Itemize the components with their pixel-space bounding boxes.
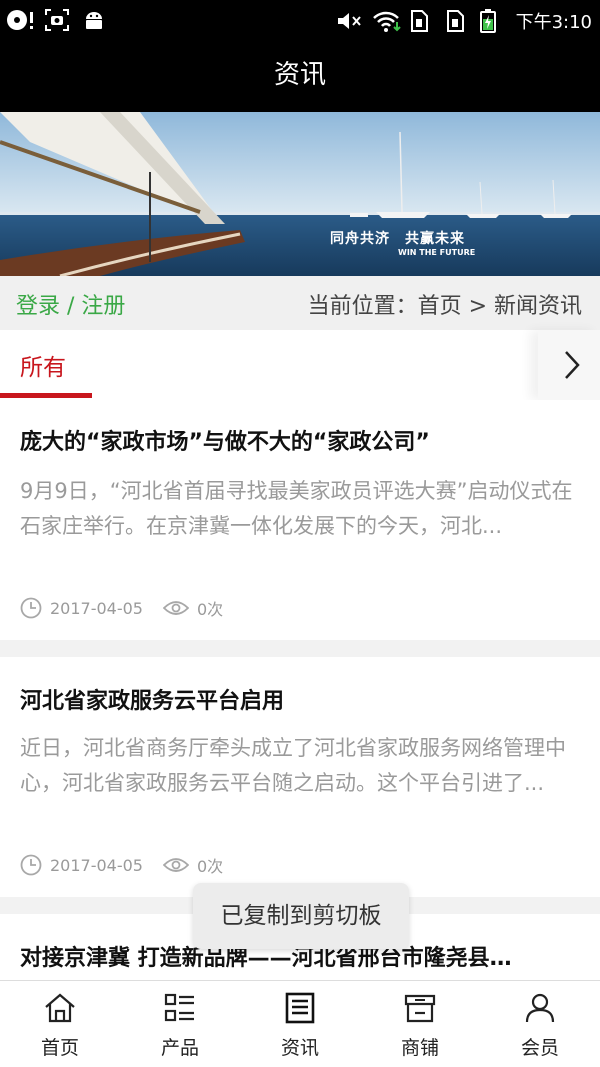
nav-label: 首页 bbox=[40, 1037, 79, 1059]
wifi-icon bbox=[372, 9, 401, 33]
status-bar: 下午3:10 bbox=[0, 0, 600, 40]
record-icon bbox=[6, 8, 33, 32]
clock-icon bbox=[20, 854, 42, 876]
bottom-nav: 首页 产品 资讯 商铺 会员 bbox=[0, 980, 600, 1067]
article-date: 2017-04-05 bbox=[50, 855, 143, 875]
eye-icon bbox=[162, 599, 189, 617]
breadcrumb: 当前位置：首页 > 新闻资讯 bbox=[307, 294, 582, 319]
article-title[interactable]: 庞大的“家政市场”与做不大的“家政公司” bbox=[20, 424, 430, 456]
banner-slogan: 同舟共济 共赢未来 bbox=[330, 231, 465, 247]
location-bar: 登录 / 注册 当前位置：首页 > 新闻资讯 bbox=[0, 276, 600, 330]
article-views: 0次 bbox=[196, 857, 224, 876]
tab-all-label: 所有 bbox=[20, 355, 66, 381]
user-icon bbox=[523, 991, 557, 1029]
banner-image[interactable]: 同舟共济 共赢未来 WIN THE FUTURE bbox=[0, 112, 600, 276]
mute-icon bbox=[336, 9, 361, 33]
eye-icon bbox=[162, 856, 189, 874]
article-meta: 2017-04-05 0次 bbox=[20, 853, 223, 877]
chevron-right-icon bbox=[565, 351, 580, 379]
screenshot-icon bbox=[44, 8, 69, 32]
news-icon bbox=[283, 991, 317, 1029]
android-icon bbox=[82, 8, 106, 32]
tab-all[interactable]: 所有 bbox=[0, 330, 92, 400]
clock: 下午3:10 bbox=[515, 12, 592, 33]
battery-charging-icon bbox=[479, 9, 504, 33]
category-tabs: 所有 bbox=[0, 330, 600, 400]
nav-shops[interactable]: 商铺 bbox=[360, 981, 480, 1067]
nav-home[interactable]: 首页 bbox=[0, 981, 120, 1067]
login-register-link[interactable]: 登录 / 注册 bbox=[16, 288, 125, 320]
sim1-icon bbox=[408, 9, 432, 33]
banner-slogan-en: WIN THE FUTURE bbox=[398, 248, 476, 257]
page-title: 资讯 bbox=[0, 40, 600, 112]
nav-news[interactable]: 资讯 bbox=[240, 981, 360, 1067]
article-meta: 2017-04-05 0次 bbox=[20, 596, 223, 620]
article-date: 2017-04-05 bbox=[50, 598, 143, 618]
nav-label: 资讯 bbox=[280, 1037, 319, 1059]
tabs-scroll-button[interactable] bbox=[538, 330, 600, 400]
list-icon bbox=[163, 991, 197, 1029]
article-views: 0次 bbox=[196, 600, 224, 619]
article-card[interactable]: 庞大的“家政市场”与做不大的“家政公司” 9月9日，“河北省首届寻找最美家政员评… bbox=[0, 400, 600, 640]
article-card[interactable]: 河北省家政服务云平台启用 近日，河北省商务厅牵头成立了河北省家政服务网络管理中心… bbox=[0, 657, 600, 897]
sim2-icon bbox=[444, 9, 468, 33]
shop-icon bbox=[403, 991, 437, 1029]
article-summary: 近日，河北省商务厅牵头成立了河北省家政服务网络管理中心，河北省家政服务云平台随之… bbox=[20, 736, 566, 795]
article-title[interactable]: 河北省家政服务云平台启用 bbox=[20, 683, 284, 715]
clock-icon bbox=[20, 597, 42, 619]
nav-member[interactable]: 会员 bbox=[480, 981, 600, 1067]
nav-label: 产品 bbox=[160, 1037, 199, 1059]
article-summary: 9月9日，“河北省首届寻找最美家政员评选大赛”启动仪式在石家庄举行。在京津冀一体… bbox=[20, 479, 573, 538]
home-icon bbox=[43, 991, 77, 1029]
nav-label: 会员 bbox=[520, 1037, 559, 1059]
toast-message: 已复制到剪切板 bbox=[193, 883, 409, 949]
nav-products[interactable]: 产品 bbox=[120, 981, 240, 1067]
tab-active-indicator bbox=[0, 393, 92, 398]
nav-label: 商铺 bbox=[400, 1037, 439, 1059]
